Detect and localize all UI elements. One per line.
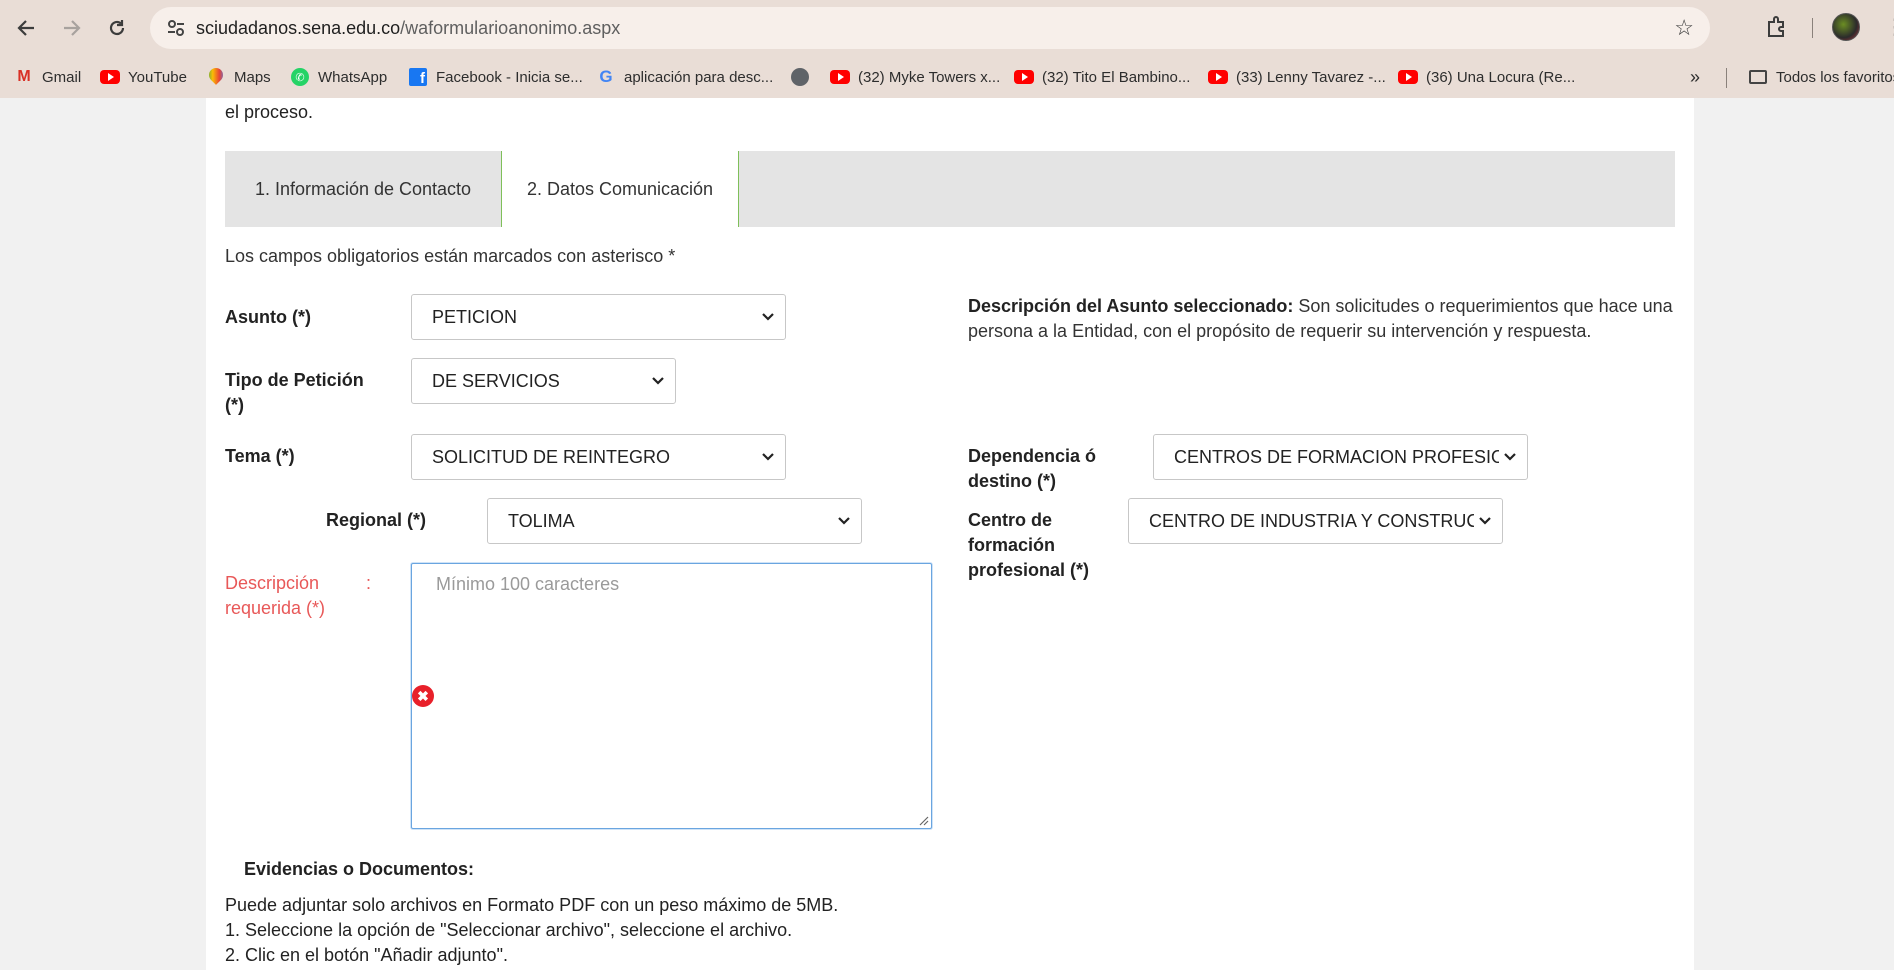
url-text: sciudadanos.sena.edu.co/waformularioanon… xyxy=(196,18,621,38)
descripcion-textarea[interactable]: Mínimo 100 caracteres xyxy=(411,563,932,829)
back-arrow-icon xyxy=(17,20,34,36)
error-icon: ✖ xyxy=(412,685,434,707)
dependencia-value: CENTROS DE FORMACION PROFESIONA xyxy=(1174,446,1499,467)
bookmark-maps[interactable]: Maps xyxy=(206,64,271,90)
tema-value: SOLICITUD DE REINTEGRO xyxy=(432,446,671,467)
asunto-help-title: Descripción del Asunto seleccionado: xyxy=(968,296,1294,316)
menu-icon[interactable]: ⋮ xyxy=(1884,14,1894,40)
chevron-down-icon xyxy=(647,370,669,392)
descripcion-label: Descripción requerida (*) xyxy=(225,573,326,618)
dependencia-select[interactable]: CENTROS DE FORMACION PROFESIONA xyxy=(1153,434,1528,480)
tab-contact-info[interactable]: 1. Información de Contacto xyxy=(225,151,501,227)
info-line: 2. Clic en el botón "Añadir adjunto". xyxy=(225,945,508,965)
dependencia-label: Dependencia ó destino (*) xyxy=(968,446,1097,491)
form-tabs: 1. Información de Contacto 2. Datos Comu… xyxy=(225,151,1675,227)
bookmark-tito-el-bambino[interactable]: (32) Tito El Bambino... xyxy=(1014,64,1190,90)
bookmark-globe[interactable] xyxy=(790,64,818,90)
toolbar-divider xyxy=(1812,18,1813,38)
centro-formacion-label: Centro de formación profesional (*) xyxy=(968,510,1090,580)
folder-icon xyxy=(1748,67,1768,87)
info-line: Puede adjuntar solo archivos en Formato … xyxy=(225,895,839,915)
asunto-value: PETICION xyxy=(432,306,518,327)
globe-icon xyxy=(790,67,810,87)
previous-paragraph-text: el proceso. xyxy=(225,102,314,122)
youtube-icon xyxy=(1014,67,1034,87)
youtube-icon xyxy=(830,67,850,87)
info-line: 1. Seleccione la opción de "Seleccionar … xyxy=(225,920,793,940)
extensions-icon[interactable] xyxy=(1764,14,1790,40)
google-icon: G xyxy=(599,67,613,86)
chevron-down-icon xyxy=(757,306,779,328)
required-fields-note: Los campos obligatorios están marcados c… xyxy=(225,246,676,266)
asunto-label: Asunto (*) xyxy=(225,307,311,327)
asunto-description-help: Descripción del Asunto seleccionado: Son… xyxy=(968,294,1688,344)
bookmark-star-icon[interactable]: ☆ xyxy=(1674,15,1694,41)
centro-formacion-select[interactable]: CENTRO DE INDUSTRIA Y CONSTRUCCI xyxy=(1128,498,1503,544)
bookmark-gmail[interactable]: M Gmail xyxy=(14,64,81,90)
chevron-down-icon xyxy=(757,446,779,468)
bookmarks-divider xyxy=(1726,68,1727,88)
tema-select[interactable]: SOLICITUD DE REINTEGRO xyxy=(411,434,786,480)
regional-value: TOLIMA xyxy=(508,510,575,531)
centro-formacion-value: CENTRO DE INDUSTRIA Y CONSTRUCCI xyxy=(1149,510,1474,531)
facebook-icon: f xyxy=(408,67,428,87)
bookmark-lenny-tavarez[interactable]: (33) Lenny Tavarez -... xyxy=(1208,64,1386,90)
form-page: el proceso. 1. Información de Contacto 2… xyxy=(206,98,1694,970)
descripcion-colon: : xyxy=(366,573,372,593)
more-bookmarks-button[interactable]: » xyxy=(1690,64,1700,90)
site-settings-icon[interactable] xyxy=(166,18,186,38)
forward-arrow-icon xyxy=(64,20,81,36)
tema-label: Tema (*) xyxy=(225,446,295,466)
chevron-down-icon xyxy=(1474,510,1496,532)
tipo-peticion-label: Tipo de Petición (*) xyxy=(225,370,364,415)
bookmarks-bar: M Gmail YouTube Maps ✆ WhatsApp f Facebook … xyxy=(0,56,1894,98)
maps-icon xyxy=(206,67,226,87)
whatsapp-icon: ✆ xyxy=(290,67,310,87)
regional-label: Regional (*) xyxy=(326,510,427,530)
descripcion-placeholder: Mínimo 100 caracteres xyxy=(436,574,620,594)
bookmark-whatsapp[interactable]: ✆ WhatsApp xyxy=(290,64,387,90)
reload-button[interactable] xyxy=(97,8,137,48)
bookmark-una-locura[interactable]: (36) Una Locura (Re... xyxy=(1398,64,1575,90)
evidencias-title: Evidencias o Documentos: xyxy=(244,859,475,879)
regional-select[interactable]: TOLIMA xyxy=(487,498,862,544)
tipo-peticion-value: DE SERVICIOS xyxy=(432,370,560,391)
bookmark-myke-towers[interactable]: (32) Myke Towers x... xyxy=(830,64,1000,90)
tipo-peticion-select[interactable]: DE SERVICIOS xyxy=(411,358,676,404)
gmail-icon: M xyxy=(17,68,31,85)
bookmark-facebook[interactable]: f Facebook - Inicia se... xyxy=(408,64,583,90)
address-bar[interactable]: sciudadanos.sena.edu.co/waformularioanon… xyxy=(150,7,1710,49)
back-button[interactable] xyxy=(6,8,46,48)
chevron-down-icon xyxy=(1499,446,1521,468)
asunto-select[interactable]: PETICION xyxy=(411,294,786,340)
all-bookmarks-folder[interactable]: Todos los favoritos xyxy=(1748,64,1894,90)
forward-button[interactable] xyxy=(52,8,92,48)
chevron-down-icon xyxy=(833,510,855,532)
resize-grip-icon[interactable] xyxy=(917,814,929,826)
youtube-icon xyxy=(100,67,120,87)
tab-communication-data[interactable]: 2. Datos Comunicación xyxy=(501,151,739,227)
youtube-icon xyxy=(1208,67,1228,87)
browser-toolbar: sciudadanos.sena.edu.co/waformularioanon… xyxy=(0,0,1894,56)
youtube-icon xyxy=(1398,67,1418,87)
reload-icon xyxy=(109,20,125,36)
bookmark-google[interactable]: Gaplicación para desc... xyxy=(596,64,773,90)
bookmark-youtube[interactable]: YouTube xyxy=(100,64,187,90)
profile-avatar[interactable] xyxy=(1832,13,1860,41)
